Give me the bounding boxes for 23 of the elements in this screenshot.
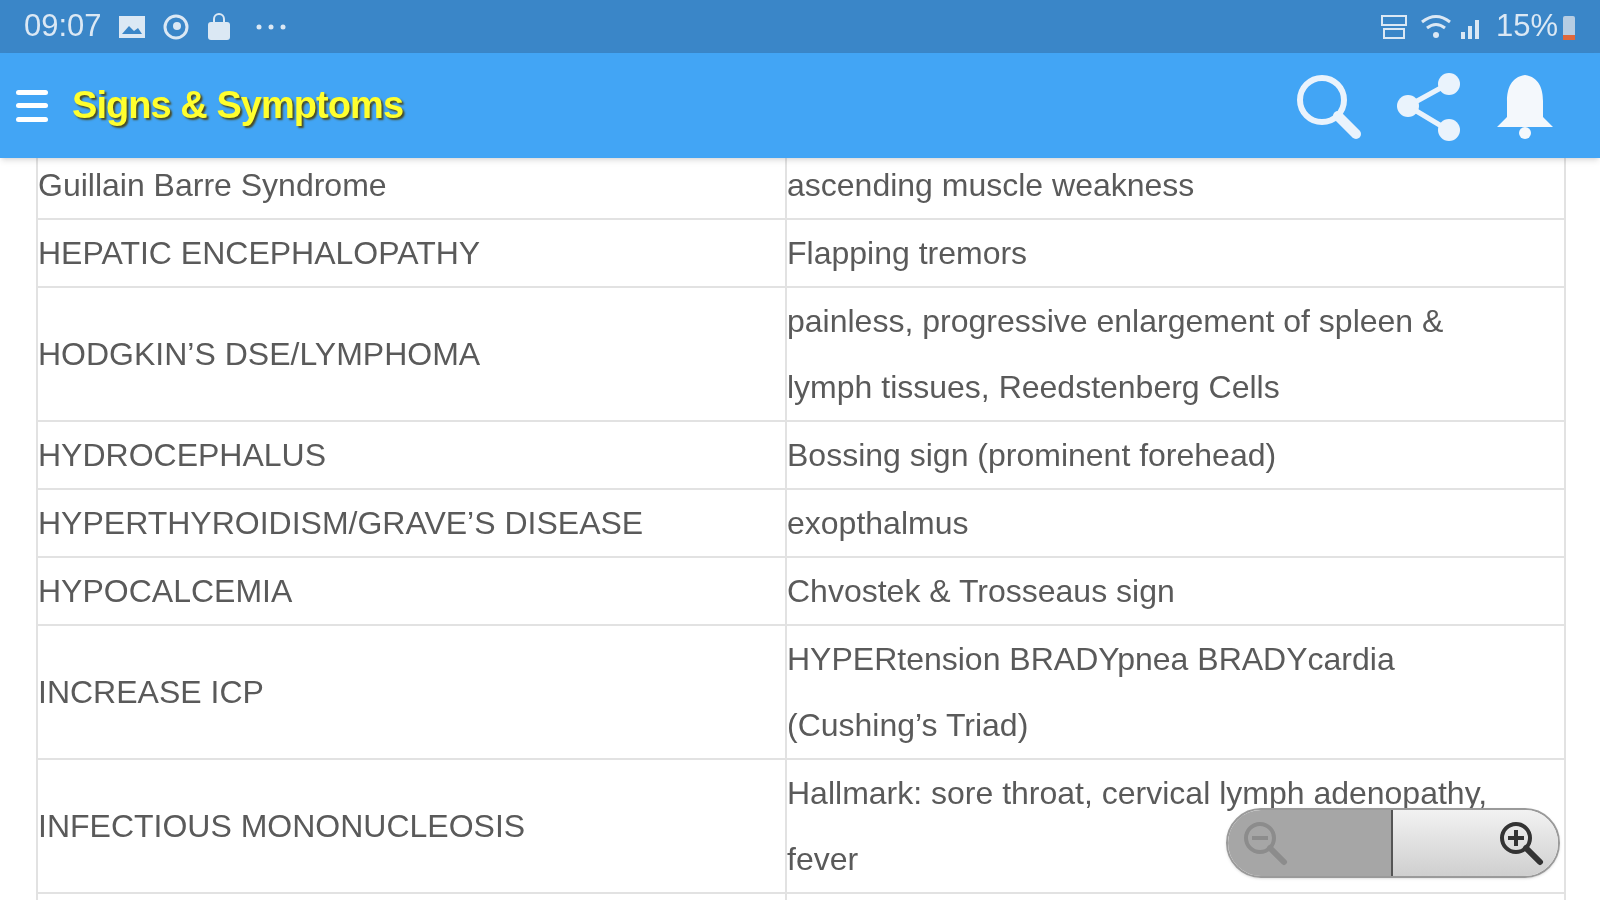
zoom-in-button[interactable] — [1393, 810, 1558, 876]
condition-cell: Guillain Barre Syndrome — [37, 158, 786, 219]
battery-percent: 15% — [1495, 7, 1558, 46]
more-icon — [255, 23, 286, 30]
volte-icon — [1379, 12, 1408, 41]
condition-cell: HODGKIN’S DSE/LYMPHOMA — [37, 287, 786, 421]
sign-cell: painless, progressive enlargement of spleen & lymph tissues, Reedstenberg Cells — [786, 287, 1565, 421]
image-icon — [117, 14, 146, 39]
condition-cell: INCREASE ICP — [37, 625, 786, 759]
condition-cell: INFECTIOUS MONONUCLEOSIS — [37, 759, 786, 893]
sign-cell: Chvostek & Trosseaus sign — [786, 557, 1565, 625]
sign-cell: HYPERtension BRADYpnea BRADYcardia (Cushing’s Triad) — [786, 625, 1565, 759]
condition-cell: HEPATIC ENCEPHALOPATHY — [37, 219, 786, 287]
wifi-icon — [1419, 12, 1452, 41]
status-time: 09:07 — [24, 7, 102, 46]
app-title: Signs & Symptoms — [72, 83, 404, 128]
condition-cell: HYPERTHYROIDISM/GRAVE’S DISEASE — [37, 489, 786, 557]
condition-cell: HYDROCEPHALUS — [37, 421, 786, 489]
sign-cell: exopthalmus — [786, 489, 1565, 557]
condition-cell: HYPOCALCEMIA — [37, 557, 786, 625]
sign-cell: ascending muscle weakness — [786, 158, 1565, 219]
sign-cell: Bossing sign (prominent forehead) — [786, 421, 1565, 489]
sign-cell: Flapping tremors — [786, 219, 1565, 287]
